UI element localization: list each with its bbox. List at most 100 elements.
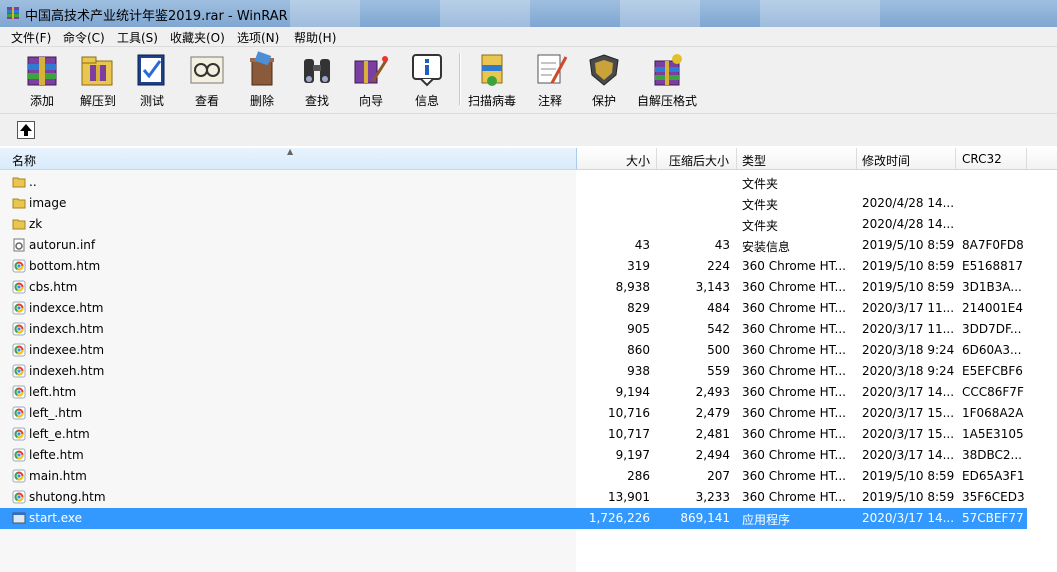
info-button[interactable]: 信息	[406, 47, 448, 111]
file-modified: 2020/4/28 14...	[862, 217, 954, 231]
exe-file-icon	[12, 511, 26, 525]
extract-to-button[interactable]: 解压到	[73, 47, 123, 111]
up-folder-button[interactable]	[17, 121, 35, 139]
wizard-button[interactable]: 向导	[350, 47, 392, 111]
file-crc: 1A5E3105	[962, 427, 1024, 441]
file-row[interactable]: left_e.htm 10,717 2,481 360 Chrome HT... 202…	[0, 424, 1057, 445]
protect-shield-icon	[589, 54, 619, 86]
view-button[interactable]: 查看	[186, 47, 228, 111]
file-crc: 38DBC2...	[962, 448, 1022, 462]
file-name: shutong.htm	[29, 490, 106, 504]
file-type: 360 Chrome HT...	[742, 343, 846, 357]
file-crc: 3DD7DF...	[962, 322, 1022, 336]
file-row[interactable]: indexee.htm 860 500 360 Chrome HT... 2020/3/…	[0, 340, 1057, 361]
view-label: 查看	[194, 94, 219, 108]
file-crc: 35F6CED3	[962, 490, 1025, 504]
file-row[interactable]: main.htm 286 207 360 Chrome HT... 2019/5/10 …	[0, 466, 1057, 487]
file-name: image	[29, 196, 67, 210]
column-modified[interactable]: 修改时间	[862, 152, 910, 169]
file-modified: 2020/3/17 14...	[862, 385, 954, 399]
column-divider[interactable]	[856, 148, 857, 169]
file-size: 9,197	[615, 448, 650, 462]
delete-button[interactable]: 删除	[242, 47, 282, 111]
up-arrow-icon	[20, 124, 32, 136]
column-crc[interactable]: CRC32	[962, 152, 1002, 166]
file-modified: 2020/3/17 11...	[862, 301, 954, 315]
menu-commands[interactable]: 命令(C)	[63, 29, 105, 46]
find-button[interactable]: 查找	[297, 47, 337, 111]
file-packed-size: 869,141	[680, 511, 730, 525]
file-row[interactable]: lefte.htm 9,197 2,494 360 Chrome HT... 2020/…	[0, 445, 1057, 466]
file-row[interactable]: .. 文件夹	[0, 172, 1057, 193]
column-divider[interactable]	[1026, 148, 1027, 169]
file-row[interactable]: indexch.htm 905 542 360 Chrome HT... 2020/3/…	[0, 319, 1057, 340]
sfx-label: 自解压格式	[636, 94, 697, 108]
file-size: 9,194	[615, 385, 650, 399]
file-modified: 2020/3/17 14...	[862, 511, 954, 525]
file-crc: 214001E4	[962, 301, 1024, 315]
file-row[interactable]: autorun.inf 43 43 安装信息 2019/5/10 8:59 8A7F0FD…	[0, 235, 1057, 256]
menu-favorites[interactable]: 收藏夹(O)	[170, 29, 225, 46]
file-modified: 2020/3/17 15...	[862, 427, 954, 441]
column-size[interactable]: 大小	[626, 152, 650, 169]
comment-label: 注释	[537, 94, 562, 108]
menu-file[interactable]: 文件(F)	[11, 29, 51, 46]
column-name[interactable]: 名称	[12, 152, 36, 169]
column-divider[interactable]	[955, 148, 956, 169]
html-file-icon	[12, 301, 26, 315]
file-size: 938	[627, 364, 650, 378]
column-packed[interactable]: 压缩后大小	[669, 152, 729, 169]
protect-label: 保护	[591, 94, 616, 108]
file-row[interactable]: shutong.htm 13,901 3,233 360 Chrome HT... 20…	[0, 487, 1057, 508]
test-button[interactable]: 测试	[132, 47, 172, 111]
add-button[interactable]: 添加	[18, 47, 66, 111]
virus-scan-button[interactable]: 扫描病毒	[465, 47, 519, 111]
file-packed-size: 224	[707, 259, 730, 273]
comment-icon	[537, 54, 568, 84]
title-bar[interactable]: 中国高技术产业统计年鉴2019.rar - WinRAR	[0, 0, 1057, 27]
menu-help[interactable]: 帮助(H)	[294, 29, 336, 46]
file-modified: 2020/3/17 15...	[862, 406, 954, 420]
wizard-label: 向导	[358, 94, 383, 108]
column-divider[interactable]	[656, 148, 657, 169]
menu-tools[interactable]: 工具(S)	[117, 29, 158, 46]
menu-options[interactable]: 选项(N)	[237, 29, 279, 46]
comment-button[interactable]: 注释	[530, 47, 570, 111]
protect-button[interactable]: 保护	[584, 47, 624, 111]
file-name: left_.htm	[29, 406, 83, 420]
file-row[interactable]: indexeh.htm 938 559 360 Chrome HT... 2020/3/…	[0, 361, 1057, 382]
file-row[interactable]: zk 文件夹 2020/4/28 14...	[0, 214, 1057, 235]
sort-ascending-icon: ▲	[287, 147, 294, 156]
file-crc: CCC86F7F	[962, 385, 1024, 399]
extract-to-label: 解压到	[79, 94, 116, 108]
file-row[interactable]: left_.htm 10,716 2,479 360 Chrome HT... 2020…	[0, 403, 1057, 424]
file-type: 360 Chrome HT...	[742, 427, 846, 441]
file-row[interactable]: cbs.htm 8,938 3,143 360 Chrome HT... 2019/5/…	[0, 277, 1057, 298]
file-row[interactable]: image 文件夹 2020/4/28 14...	[0, 193, 1057, 214]
file-size: 319	[627, 259, 650, 273]
column-type[interactable]: 类型	[742, 152, 766, 169]
file-crc: 1F068A2A	[962, 406, 1024, 420]
archive-add-icon	[27, 56, 57, 86]
info-label: 信息	[414, 94, 439, 108]
folder-icon	[12, 175, 26, 189]
file-type: 360 Chrome HT...	[742, 259, 846, 273]
file-row[interactable]: start.exe 1,726,226 869,141 应用程序 2020/3/17 1…	[0, 508, 1027, 529]
find-label: 查找	[304, 94, 329, 108]
sfx-button[interactable]: 自解压格式	[634, 47, 700, 111]
file-row[interactable]: indexce.htm 829 484 360 Chrome HT... 2020/3/…	[0, 298, 1057, 319]
file-list[interactable]: ▲ 名称 大小 压缩后大小 类型 修改时间 CRC32 .. 文件夹 image 文件…	[0, 147, 1057, 572]
file-modified: 2019/5/10 8:59	[862, 490, 954, 504]
file-packed-size: 500	[707, 343, 730, 357]
file-type: 文件夹	[742, 198, 779, 212]
file-row[interactable]: bottom.htm 319 224 360 Chrome HT... 2019/5/1…	[0, 256, 1057, 277]
file-modified: 2020/3/17 11...	[862, 322, 954, 336]
file-name: bottom.htm	[29, 259, 101, 273]
file-row[interactable]: left.htm 9,194 2,493 360 Chrome HT... 2020/3…	[0, 382, 1057, 403]
file-modified: 2019/5/10 8:59	[862, 469, 954, 483]
file-modified: 2019/5/10 8:59	[862, 259, 954, 273]
file-modified: 2019/5/10 8:59	[862, 238, 954, 252]
file-name: autorun.inf	[29, 238, 96, 252]
file-name: ..	[29, 175, 37, 189]
column-divider[interactable]	[736, 148, 737, 169]
